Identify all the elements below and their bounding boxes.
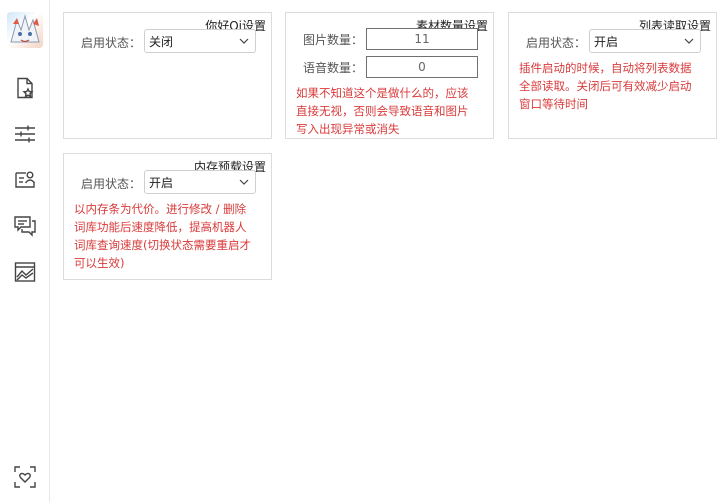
warning-line: 写入出现异常或消失 bbox=[296, 122, 400, 136]
chevron-down-icon bbox=[239, 38, 249, 44]
warning-line: 插件启动的时候，自动将列表数据 bbox=[519, 61, 692, 75]
warning-line: 全部读取。关闭后可有效减少启动 bbox=[519, 79, 692, 93]
list-read-panel: 列表读取设置 启用状态： 开启 插件启动的时候，自动将列表数据 全部读取。关闭后… bbox=[508, 12, 717, 139]
enable-label: 启用状态： bbox=[81, 36, 142, 50]
warning-text: 以内存条为代价。进行修改 / 删除 词库功能后速度降低，提高机器人 词库查询速度… bbox=[74, 200, 269, 272]
enable-label: 启用状态： bbox=[81, 177, 142, 191]
hello-qi-enable-select[interactable]: 关闭 bbox=[144, 29, 256, 53]
chevron-down-icon bbox=[239, 179, 249, 185]
warning-line: 以内存条为代价。进行修改 / 删除 bbox=[74, 202, 247, 216]
warning-line: 窗口等待时间 bbox=[519, 97, 588, 111]
warning-line: 词库查询速度(切换状态需要重启才 bbox=[74, 238, 251, 252]
select-value: 开启 bbox=[149, 175, 174, 190]
chevron-down-icon bbox=[684, 38, 694, 44]
memory-preload-panel: 内存预载设置 启用状态： 开启 以内存条为代价。进行修改 / 删除 词库功能后速… bbox=[63, 153, 272, 280]
heart-scan-icon[interactable] bbox=[13, 465, 37, 489]
warning-line: 如果不知道这个是做什么的，应该 bbox=[296, 86, 469, 100]
sidebar bbox=[0, 0, 50, 502]
chat-bubbles-icon[interactable] bbox=[13, 214, 37, 238]
warning-line: 词库功能后速度降低，提高机器人 bbox=[74, 220, 247, 234]
warning-text: 插件启动的时候，自动将列表数据 全部读取。关闭后可有效减少启动 窗口等待时间 bbox=[519, 59, 714, 113]
image-count-input[interactable]: 11 bbox=[366, 28, 478, 50]
material-count-panel: 素材数量设置 图片数量： 11 语音数量： 0 如果不知道这个是做什么的，应该 … bbox=[285, 12, 494, 139]
memory-preload-enable-select[interactable]: 开启 bbox=[144, 170, 256, 194]
warning-line: 可以生效) bbox=[74, 256, 125, 270]
sliders-icon[interactable] bbox=[13, 122, 37, 146]
hello-qi-panel: 你好Qi设置 启用状态： 关闭 bbox=[63, 12, 272, 139]
file-star-icon[interactable] bbox=[13, 76, 37, 100]
warning-line: 直接无视，否则会导致语音和图片 bbox=[296, 104, 469, 118]
select-value: 开启 bbox=[594, 34, 619, 49]
select-value: 关闭 bbox=[149, 34, 174, 49]
list-read-enable-select[interactable]: 开启 bbox=[589, 29, 701, 53]
image-count-label: 图片数量： bbox=[303, 33, 364, 47]
voice-count-label: 语音数量： bbox=[303, 61, 364, 75]
avatar[interactable] bbox=[7, 12, 43, 48]
voice-count-input[interactable]: 0 bbox=[366, 56, 478, 78]
user-card-icon[interactable] bbox=[13, 168, 37, 192]
warning-text: 如果不知道这个是做什么的，应该 直接无视，否则会导致语音和图片 写入出现异常或消… bbox=[296, 84, 491, 138]
enable-label: 启用状态： bbox=[526, 36, 587, 50]
chart-image-icon[interactable] bbox=[13, 260, 37, 284]
